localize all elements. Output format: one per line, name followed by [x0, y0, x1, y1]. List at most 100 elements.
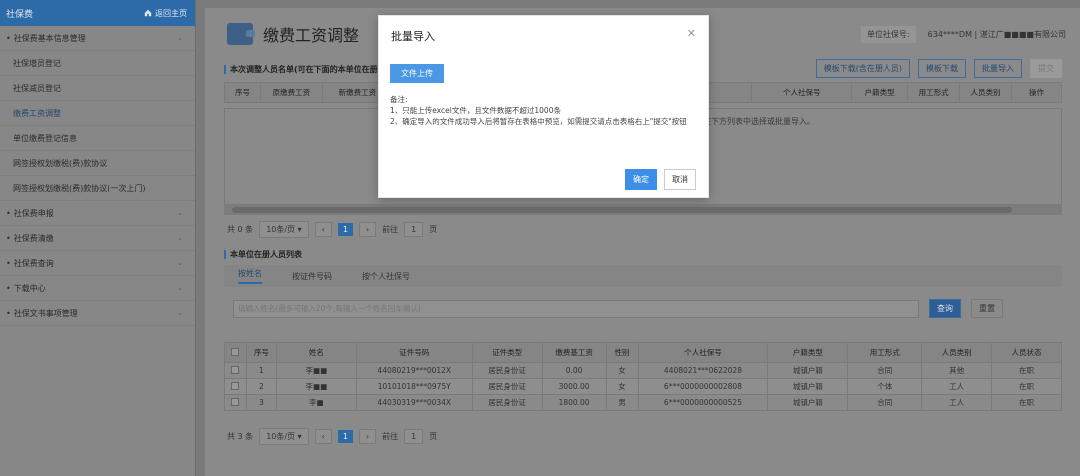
- col-header: 用工形式: [907, 82, 961, 103]
- section-title-roster: 本单位在册人员列表: [224, 249, 302, 260]
- sidebar-item-6[interactable]: 网签授权划缴税(费)款协议(一次上门): [0, 176, 195, 201]
- batch-import-button[interactable]: 批量导入: [974, 59, 1022, 78]
- next-page-icon[interactable]: ›: [358, 222, 377, 237]
- sidebar-item-9[interactable]: • 社保费查询 ⌄: [0, 251, 195, 276]
- chevron-down-icon: ⌄: [177, 284, 183, 292]
- table-cell: 个体: [847, 378, 923, 395]
- prev-page-icon[interactable]: ‹: [314, 222, 332, 237]
- sidebar-item-10[interactable]: • 下载中心 ⌄: [0, 276, 195, 301]
- file-upload-button[interactable]: 文件上传: [390, 64, 444, 83]
- table-cell: 工人: [921, 378, 993, 395]
- search-input[interactable]: [233, 299, 919, 318]
- goto-unit: 页: [429, 432, 438, 441]
- row-checkbox[interactable]: [224, 378, 247, 395]
- page-size-value: 10条/页: [266, 432, 296, 441]
- sidebar-item-8[interactable]: • 社保费清缴 ⌄: [0, 226, 195, 251]
- confirm-button[interactable]: 确定: [625, 169, 657, 190]
- table-cell: 0.00: [541, 362, 607, 379]
- table-cell: 在职: [991, 362, 1062, 379]
- empty-hint: 请在下方列表中选择或批量导入。: [695, 117, 815, 126]
- pager-total: 共 3 条: [227, 432, 254, 441]
- table-cell: 男: [605, 394, 639, 411]
- table-cell: 10101018***0975Y: [355, 378, 473, 395]
- col-header: 证件类型: [471, 342, 543, 363]
- table-cell: 1800.00: [541, 394, 607, 411]
- sidebar-item-label: 社保增员登记: [13, 58, 61, 69]
- sidebar-item-label: 单位缴费登记信息: [13, 133, 77, 144]
- home-icon: [144, 9, 152, 17]
- tab-by-name[interactable]: 按姓名: [238, 268, 262, 284]
- next-page-icon[interactable]: ›: [358, 429, 377, 444]
- sidebar: 社保费 返回主页 • 社保费基本信息管理 ⌄ 社保增员登记 社保减员登记 缴费工资调整 单位…: [0, 0, 196, 476]
- home-link[interactable]: 返回主页: [144, 8, 187, 19]
- page-number[interactable]: 1: [337, 223, 353, 236]
- sidebar-item-label: • 下载中心: [6, 283, 46, 294]
- sidebar-item-label: 网签授权划缴税(费)款协议: [13, 158, 107, 169]
- sidebar-item-11[interactable]: • 社保文书事项管理 ⌄: [0, 301, 195, 326]
- sidebar-item-4[interactable]: 单位缴费登记信息: [0, 126, 195, 151]
- table-cell: 城镇户籍: [767, 378, 849, 395]
- row-checkbox[interactable]: [224, 362, 247, 379]
- sidebar-item-5[interactable]: 网签授权划缴税(费)款协议: [0, 151, 195, 176]
- chevron-down-icon: ⌄: [177, 209, 183, 217]
- goto-input[interactable]: 1: [404, 429, 424, 444]
- table-cell: 在职: [991, 394, 1062, 411]
- col-header: 人员类别: [921, 342, 993, 363]
- dialog-note: 备注: 1、只能上传excel文件，且文件数据不超过1000条 2、确定导入的文…: [390, 94, 700, 127]
- note-line: 2、确定导入的文件成功导入后将暂存在表格中预览，如需提交请点击表格右上"提交"按…: [390, 117, 687, 126]
- sidebar-item-label: • 社保文书事项管理: [6, 308, 78, 319]
- sidebar-item-label: • 社保费申报: [6, 208, 54, 219]
- pager-total: 共 0 条: [227, 225, 254, 234]
- scrollbar-thumb[interactable]: [232, 207, 1012, 213]
- tab-by-ssn[interactable]: 按个人社保号: [362, 271, 410, 282]
- table-cell: 居民身份证: [471, 362, 543, 379]
- col-header: 操作: [1011, 82, 1062, 103]
- table-row[interactable]: 1 李■■ 44080219***0012X 居民身份证 0.00 女 4408021***…: [224, 362, 1062, 379]
- row-checkbox[interactable]: [224, 394, 247, 411]
- search-button[interactable]: 查询: [929, 299, 961, 318]
- chevron-down-icon: ⌄: [177, 234, 183, 242]
- sidebar-item-7[interactable]: • 社保费申报 ⌄: [0, 201, 195, 226]
- template-download-with-staff-button[interactable]: 模板下载(含在册人员): [815, 59, 910, 78]
- table-cell: 李■■: [275, 362, 357, 379]
- section-title-roster-text: 本单位在册人员列表: [230, 250, 302, 259]
- table-cell: 其他: [921, 362, 993, 379]
- cancel-button[interactable]: 取消: [664, 169, 696, 190]
- sidebar-item-text: 单位缴费登记信息: [13, 133, 77, 143]
- search-tabs: 按姓名 按证件号码 按个人社保号: [224, 265, 1062, 287]
- page-size-select[interactable]: 10条/页 ▾: [259, 221, 309, 238]
- unit-label: 单位社保号:: [860, 26, 916, 43]
- page-size-select[interactable]: 10条/页 ▾: [259, 428, 309, 445]
- submit-button[interactable]: 提交: [1030, 59, 1062, 78]
- template-download-button[interactable]: 模板下载: [918, 59, 966, 78]
- page-number[interactable]: 1: [337, 430, 353, 443]
- reset-button[interactable]: 重置: [971, 299, 1003, 318]
- select-all-checkbox[interactable]: [224, 342, 247, 363]
- table-row[interactable]: 3 李■ 44030319***0034X 居民身份证 1800.00 男 6***0000…: [224, 394, 1062, 411]
- goto-input[interactable]: 1: [404, 222, 424, 237]
- roster-table-body: 1 李■■ 44080219***0012X 居民身份证 0.00 女 4408021***…: [224, 362, 1062, 411]
- sidebar-item-1[interactable]: 社保增员登记: [0, 51, 195, 76]
- toolbar: 模板下载(含在册人员) 模板下载 批量导入 提交: [815, 59, 1062, 78]
- tab-by-id[interactable]: 按证件号码: [292, 271, 332, 282]
- table-cell: 1: [245, 362, 277, 379]
- sidebar-item-label: 社保减员登记: [13, 83, 61, 94]
- table-cell: 6***0000000000525: [637, 394, 769, 411]
- col-header: 户籍类型: [851, 82, 909, 103]
- sidebar-item-0[interactable]: • 社保费基本信息管理 ⌄: [0, 26, 195, 51]
- dialog-title: 批量导入: [391, 30, 435, 43]
- sidebar-item-label: • 社保费清缴: [6, 233, 54, 244]
- col-header: 人员类别: [959, 82, 1012, 103]
- sidebar-item-label: 网签授权划缴税(费)款协议(一次上门): [13, 183, 145, 194]
- table-row[interactable]: 2 李■■ 10101018***0975Y 居民身份证 3000.00 女 6***000…: [224, 378, 1062, 395]
- prev-page-icon[interactable]: ‹: [314, 429, 332, 444]
- sidebar-item-2[interactable]: 社保减员登记: [0, 76, 195, 101]
- pager-adjust: 共 0 条 10条/页 ▾ ‹ 1 › 前往 1 页: [227, 221, 437, 238]
- close-icon[interactable]: ✕: [687, 27, 696, 40]
- table-cell: 李■: [275, 394, 357, 411]
- col-header: 人员状态: [991, 342, 1062, 363]
- table-cell: 居民身份证: [471, 394, 543, 411]
- sidebar-item-3[interactable]: 缴费工资调整: [0, 101, 195, 126]
- horizontal-scrollbar[interactable]: [224, 205, 1062, 215]
- sidebar-item-text: 社保费清缴: [13, 233, 54, 243]
